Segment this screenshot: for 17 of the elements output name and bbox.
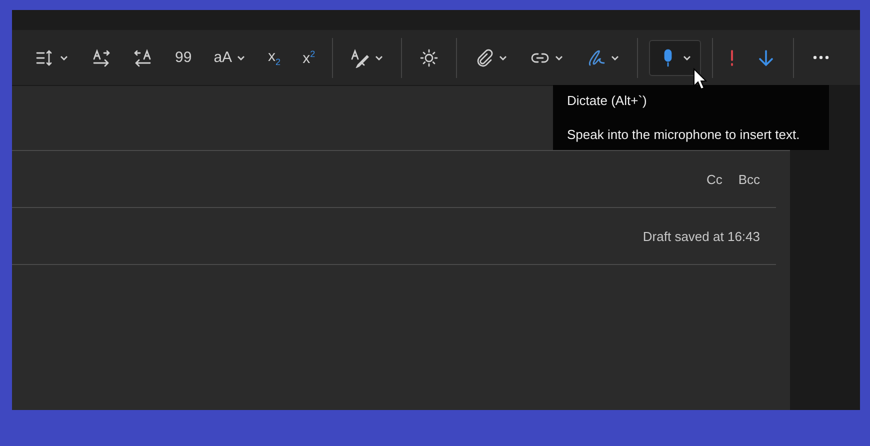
format-button[interactable]: 99 [169, 40, 198, 76]
format-button[interactable]: x$^{2}$ [296, 40, 322, 76]
recipient-link[interactable]: Bcc [738, 172, 760, 186]
sun-icon [419, 48, 440, 68]
text-styles-icon [350, 48, 370, 68]
exclamation-icon [730, 48, 734, 68]
pen-icon [586, 48, 606, 68]
format-button[interactable]: x$_{2}$ [262, 40, 287, 76]
format-button[interactable]: aA [208, 40, 252, 76]
recipient-link[interactable]: Cc [706, 172, 722, 186]
microphone-button[interactable] [649, 40, 702, 76]
text-direction-right-icon [91, 48, 111, 68]
text-direction-left-icon [133, 48, 153, 68]
draft-status: Draft saved at 16:43 [642, 228, 760, 244]
more-icon [811, 55, 832, 60]
tooltip-text: Speak into the microphone to insert text. [567, 127, 801, 142]
tooltip-title: Dictate (Alt+`) [567, 93, 648, 108]
